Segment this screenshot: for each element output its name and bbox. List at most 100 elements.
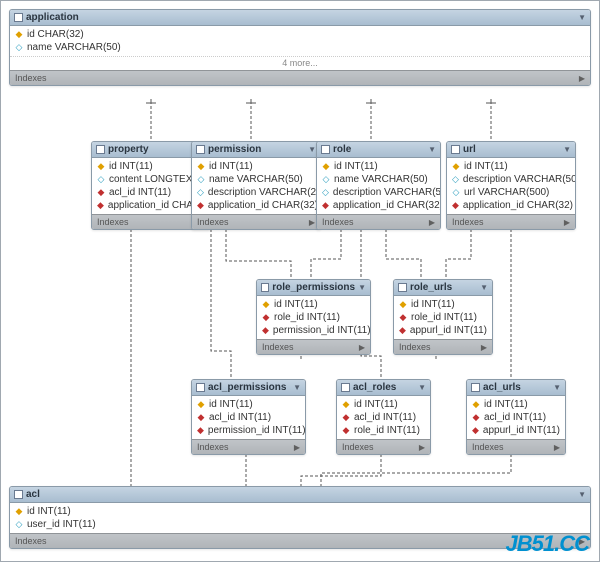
table-acl[interactable]: acl ▼ ◆id INT(11) ◇user_id INT(11) Indexe… <box>9 486 591 549</box>
table-header[interactable]: role_permissions▼ <box>257 280 370 296</box>
expand-icon[interactable]: ▶ <box>419 443 425 452</box>
indexes-label: Indexes <box>15 73 47 83</box>
table-icon <box>14 13 23 22</box>
collapse-icon[interactable]: ▼ <box>578 490 586 499</box>
columns: ◆id INT(11) ◆role_id INT(11) ◆permission… <box>257 296 370 339</box>
table-name: acl <box>26 489 40 500</box>
column-text: id INT(11) <box>209 161 253 172</box>
table-acl-urls[interactable]: acl_urls▼ ◆id INT(11) ◆acl_id INT(11) ◆a… <box>466 379 566 455</box>
table-icon <box>261 283 269 292</box>
table-header[interactable]: acl_urls▼ <box>467 380 565 396</box>
expand-icon[interactable]: ▶ <box>309 218 315 227</box>
column-text: user_id INT(11) <box>27 519 96 530</box>
expand-icon[interactable]: ▶ <box>554 443 560 452</box>
column: ◆id INT(11) <box>10 505 590 518</box>
table-header[interactable]: acl_roles▼ <box>337 380 430 396</box>
table-header[interactable]: role▼ <box>317 142 440 158</box>
column: ◆role_id INT(11) <box>337 424 430 437</box>
indexes-section[interactable]: Indexes ▶ <box>257 339 370 354</box>
table-header[interactable]: acl_permissions▼ <box>192 380 305 396</box>
column-text: content LONGTEXT <box>109 174 198 185</box>
collapse-icon[interactable]: ▼ <box>293 383 301 392</box>
column-text: name VARCHAR(50) <box>27 42 121 53</box>
indexes-section[interactable]: Indexes▶ <box>10 533 590 548</box>
indexes-label: Indexes <box>15 536 47 546</box>
collapse-icon[interactable]: ▼ <box>358 283 366 292</box>
column: ◇user_id INT(11) <box>10 518 590 531</box>
collapse-icon[interactable]: ▼ <box>308 145 316 154</box>
column-text: application_id CHAR(32) <box>333 200 441 211</box>
table-acl-permissions[interactable]: acl_permissions▼ ◆id INT(11) ◆acl_id INT… <box>191 379 306 455</box>
indexes-section[interactable]: Indexes▶ <box>337 439 430 454</box>
collapse-icon[interactable]: ▼ <box>563 145 571 154</box>
table-header[interactable]: acl ▼ <box>10 487 590 503</box>
collapse-icon[interactable]: ▼ <box>480 283 488 292</box>
columns: ◆id INT(11) ◇name VARCHAR(50) ◇descripti… <box>317 158 440 214</box>
column-text: application_id CHAR(32) <box>463 200 573 211</box>
columns: ◆id INT(11) ◆acl_id INT(11) ◆permission_… <box>192 396 305 439</box>
column-text: id INT(11) <box>484 399 528 410</box>
columns: ◆id INT(11) ◇user_id INT(11) <box>10 503 590 533</box>
expand-icon[interactable]: ▶ <box>429 218 435 227</box>
column-text: role_id INT(11) <box>274 312 340 323</box>
column-text: url VARCHAR(500) <box>464 187 549 198</box>
fk-icon: ◆ <box>262 325 269 336</box>
table-header[interactable]: permission▼ <box>192 142 320 158</box>
collapse-icon[interactable]: ▼ <box>578 13 586 22</box>
fk-icon: ◆ <box>342 412 350 423</box>
collapse-icon[interactable]: ▼ <box>418 383 426 392</box>
table-acl-roles[interactable]: acl_roles▼ ◆id INT(11) ◆acl_id INT(11) ◆… <box>336 379 431 455</box>
column-text: acl_id INT(11) <box>109 187 171 198</box>
expand-icon[interactable]: ▶ <box>294 443 300 452</box>
column: ◇description VARCHAR(200) <box>192 186 320 199</box>
column: ◆permission_id INT(11) <box>192 424 305 437</box>
expand-icon[interactable]: ▶ <box>359 343 365 352</box>
fk-icon: ◆ <box>97 200 104 211</box>
indexes-label: Indexes <box>452 217 484 227</box>
collapse-icon[interactable]: ▼ <box>553 383 561 392</box>
table-url[interactable]: url▼ ◆id INT(11) ◇description VARCHAR(50… <box>446 141 576 230</box>
key-icon: ◆ <box>452 161 460 172</box>
table-icon <box>341 383 350 392</box>
table-header[interactable]: application ▼ <box>10 10 590 26</box>
table-icon <box>196 145 205 154</box>
indexes-section[interactable]: Indexes ▶ <box>447 214 575 229</box>
columns: ◆id INT(11) ◆acl_id INT(11) ◆role_id INT… <box>337 396 430 439</box>
collapse-icon[interactable]: ▼ <box>428 145 436 154</box>
key-icon: ◆ <box>262 299 270 310</box>
column-text: appurl_id INT(11) <box>410 325 487 336</box>
more-indicator[interactable]: 4 more... <box>10 56 590 70</box>
indexes-section[interactable]: Indexes▶ <box>394 339 492 354</box>
table-role-permissions[interactable]: role_permissions▼ ◆id INT(11) ◆role_id I… <box>256 279 371 355</box>
expand-icon[interactable]: ▶ <box>579 74 585 83</box>
columns: ◆id INT(11) ◆role_id INT(11) ◆appurl_id … <box>394 296 492 339</box>
indexes-section[interactable]: Indexes▶ <box>192 439 305 454</box>
column-icon: ◇ <box>197 187 204 198</box>
column-text: permission_id INT(11) <box>273 325 371 336</box>
fk-icon: ◆ <box>197 412 205 423</box>
expand-icon[interactable]: ▶ <box>564 218 570 227</box>
indexes-section[interactable]: Indexes▶ <box>467 439 565 454</box>
column-text: id INT(11) <box>354 399 398 410</box>
fk-icon: ◆ <box>452 200 459 211</box>
table-header[interactable]: role_urls▼ <box>394 280 492 296</box>
column: ◇ name VARCHAR(50) <box>10 41 590 54</box>
key-icon: ◆ <box>342 399 350 410</box>
column-text: id INT(11) <box>109 161 153 172</box>
indexes-section[interactable]: Indexes▶ <box>317 214 440 229</box>
indexes-label: Indexes <box>262 342 294 352</box>
indexes-section[interactable]: Indexes ▶ <box>10 70 590 85</box>
table-icon <box>451 145 460 154</box>
column: ◆ application_id CHAR(32) <box>447 199 575 212</box>
table-permission[interactable]: permission▼ ◆id INT(11) ◇name VARCHAR(50… <box>191 141 321 230</box>
expand-icon[interactable]: ▶ <box>481 343 487 352</box>
table-role-urls[interactable]: role_urls▼ ◆id INT(11) ◆role_id INT(11) … <box>393 279 493 355</box>
indexes-section[interactable]: Indexes▶ <box>192 214 320 229</box>
column-icon: ◇ <box>15 42 23 53</box>
column-text: id INT(11) <box>464 161 508 172</box>
column: ◆id INT(11) <box>467 398 565 411</box>
column-text: id INT(11) <box>209 399 253 410</box>
table-header[interactable]: url▼ <box>447 142 575 158</box>
table-application[interactable]: application ▼ ◆id CHAR(32) ◇name VARCHAR… <box>9 9 591 86</box>
table-role[interactable]: role▼ ◆id INT(11) ◇name VARCHAR(50) ◇des… <box>316 141 441 230</box>
